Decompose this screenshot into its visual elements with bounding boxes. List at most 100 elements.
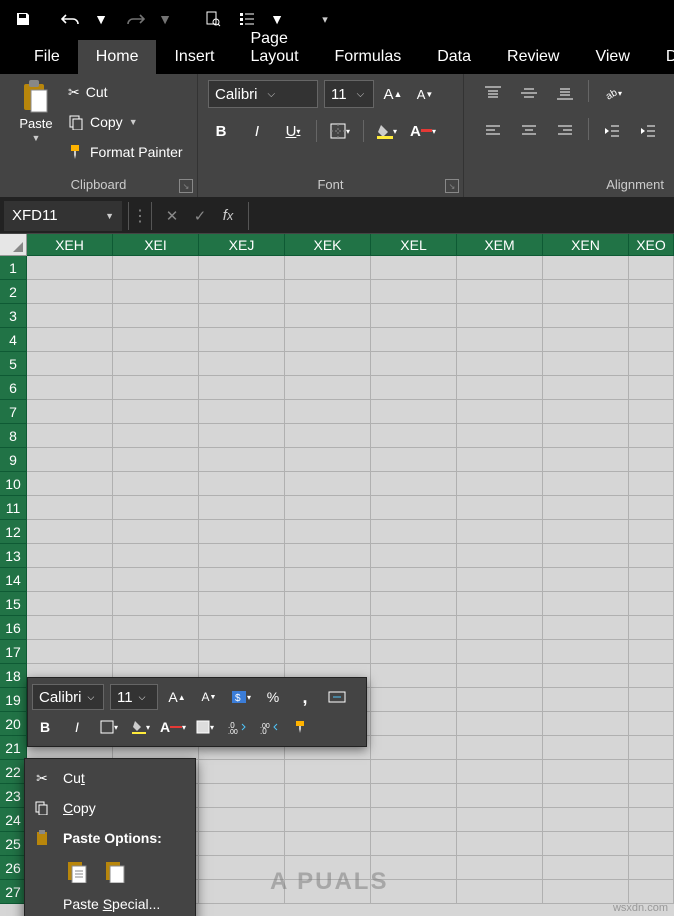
paste-label[interactable]: Paste bbox=[19, 116, 52, 131]
cell[interactable] bbox=[457, 832, 543, 856]
cell[interactable] bbox=[371, 712, 457, 736]
cell[interactable] bbox=[457, 664, 543, 688]
tab-formulas[interactable]: Formulas bbox=[317, 40, 420, 74]
cell[interactable] bbox=[629, 280, 674, 304]
row-header[interactable]: 12 bbox=[0, 520, 27, 544]
cell[interactable] bbox=[285, 808, 371, 832]
fill-color-button[interactable]: ▾ bbox=[374, 118, 400, 144]
undo-icon[interactable] bbox=[56, 4, 86, 34]
cell[interactable] bbox=[543, 616, 629, 640]
cell[interactable] bbox=[371, 280, 457, 304]
borders-button-2[interactable]: ▾ bbox=[192, 714, 218, 740]
tab-data[interactable]: Data bbox=[419, 40, 489, 74]
cell[interactable] bbox=[371, 544, 457, 568]
cell[interactable] bbox=[285, 784, 371, 808]
cell[interactable] bbox=[543, 832, 629, 856]
cut-button[interactable]: ✂ Cut bbox=[68, 80, 183, 104]
sheet-search-icon[interactable] bbox=[198, 4, 228, 34]
cell[interactable] bbox=[629, 256, 674, 280]
cell[interactable] bbox=[113, 640, 199, 664]
cell[interactable] bbox=[457, 568, 543, 592]
row-header[interactable]: 26 bbox=[0, 856, 27, 880]
cell[interactable] bbox=[629, 856, 674, 880]
font-name-combo[interactable]: Calibri⌵ bbox=[208, 80, 318, 108]
cell[interactable] bbox=[27, 616, 113, 640]
column-header[interactable]: XEL bbox=[371, 234, 457, 256]
underline-button[interactable]: U▾ bbox=[280, 118, 306, 144]
copy-dropdown-icon[interactable]: ▼ bbox=[129, 117, 138, 127]
cell[interactable] bbox=[113, 304, 199, 328]
cell[interactable] bbox=[629, 568, 674, 592]
cell[interactable] bbox=[371, 640, 457, 664]
decrease-decimal-icon[interactable]: .00.0 bbox=[256, 714, 282, 740]
cell[interactable] bbox=[199, 640, 285, 664]
row-header[interactable]: 18 bbox=[0, 664, 27, 688]
cell[interactable] bbox=[113, 280, 199, 304]
cell[interactable] bbox=[543, 376, 629, 400]
cell[interactable] bbox=[371, 616, 457, 640]
cell[interactable] bbox=[371, 664, 457, 688]
cell[interactable] bbox=[543, 592, 629, 616]
cell[interactable] bbox=[457, 280, 543, 304]
cell[interactable] bbox=[457, 856, 543, 880]
cell[interactable] bbox=[629, 424, 674, 448]
row-header[interactable]: 4 bbox=[0, 328, 27, 352]
cell[interactable] bbox=[457, 496, 543, 520]
cell[interactable] bbox=[199, 616, 285, 640]
row-header[interactable]: 2 bbox=[0, 280, 27, 304]
cell[interactable] bbox=[543, 640, 629, 664]
decrease-font-icon[interactable]: A▼ bbox=[196, 684, 222, 710]
touch-mode-icon[interactable] bbox=[232, 4, 262, 34]
column-header[interactable]: XEJ bbox=[199, 234, 285, 256]
customise-qat-icon[interactable]: ▾ bbox=[310, 4, 340, 34]
cell[interactable] bbox=[543, 256, 629, 280]
cell[interactable] bbox=[199, 424, 285, 448]
comma-icon[interactable]: , bbox=[292, 684, 318, 710]
cell[interactable] bbox=[199, 352, 285, 376]
increase-font-icon[interactable]: A▲ bbox=[164, 684, 190, 710]
cell[interactable] bbox=[457, 352, 543, 376]
cell[interactable] bbox=[113, 568, 199, 592]
italic-button[interactable]: I bbox=[64, 714, 90, 740]
column-header[interactable]: XEO bbox=[629, 234, 674, 256]
cell[interactable] bbox=[27, 304, 113, 328]
mini-font-size[interactable]: 11⌵ bbox=[110, 684, 158, 710]
row-header[interactable]: 27 bbox=[0, 880, 27, 904]
cell[interactable] bbox=[371, 376, 457, 400]
undo-dropdown-icon[interactable]: ▼ bbox=[86, 4, 116, 34]
cell[interactable] bbox=[27, 256, 113, 280]
cell[interactable] bbox=[543, 736, 629, 760]
cell[interactable] bbox=[629, 472, 674, 496]
cell[interactable] bbox=[457, 424, 543, 448]
cell[interactable] bbox=[371, 568, 457, 592]
cell[interactable] bbox=[371, 520, 457, 544]
row-header[interactable]: 23 bbox=[0, 784, 27, 808]
cell[interactable] bbox=[629, 400, 674, 424]
cell[interactable] bbox=[371, 736, 457, 760]
cell[interactable] bbox=[629, 328, 674, 352]
row-header[interactable]: 15 bbox=[0, 592, 27, 616]
tab-developer[interactable]: Developer bbox=[648, 40, 674, 74]
cell[interactable] bbox=[285, 568, 371, 592]
cell[interactable] bbox=[27, 544, 113, 568]
cell[interactable] bbox=[199, 472, 285, 496]
cell[interactable] bbox=[285, 328, 371, 352]
cell[interactable] bbox=[543, 400, 629, 424]
cell[interactable] bbox=[543, 784, 629, 808]
cell[interactable] bbox=[543, 664, 629, 688]
cell[interactable] bbox=[199, 376, 285, 400]
borders-button[interactable]: ▾ bbox=[327, 118, 353, 144]
cell[interactable] bbox=[199, 256, 285, 280]
cell[interactable] bbox=[199, 760, 285, 784]
cell[interactable] bbox=[199, 496, 285, 520]
decrease-font-icon[interactable]: A▼ bbox=[412, 81, 438, 107]
cell[interactable] bbox=[371, 352, 457, 376]
cell[interactable] bbox=[285, 304, 371, 328]
cell[interactable] bbox=[27, 520, 113, 544]
cell[interactable] bbox=[457, 616, 543, 640]
cell[interactable] bbox=[113, 616, 199, 640]
touch-dropdown-icon[interactable]: ▼ bbox=[262, 4, 292, 34]
font-color-button[interactable]: A▾ bbox=[160, 714, 186, 740]
cell[interactable] bbox=[27, 496, 113, 520]
copy-button[interactable]: Copy ▼ bbox=[68, 110, 183, 134]
